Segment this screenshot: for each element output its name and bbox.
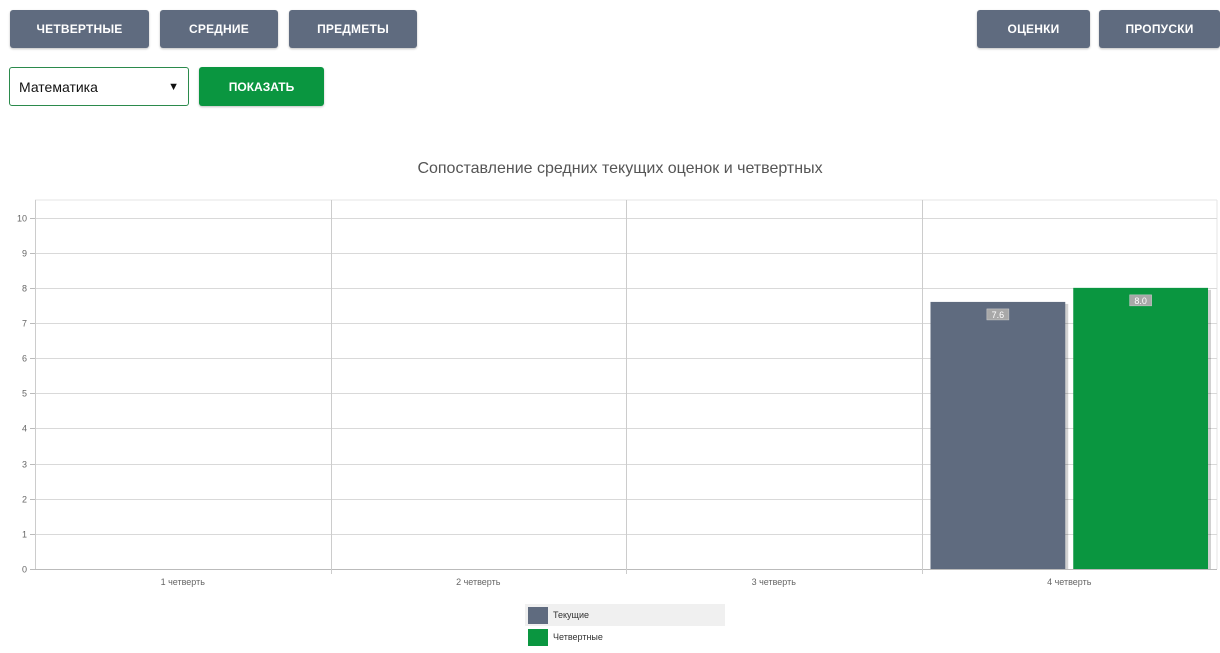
legend-swatch-current	[528, 606, 548, 624]
data-label: 8.0	[1134, 296, 1147, 306]
chart: 0 1 2 3 4 5 6 7 8 9 10 1 четверть 2 четверть 3 четвер…	[17, 199, 1218, 587]
data-label: 7.6	[992, 310, 1005, 320]
x-tick-label: 3 четверть	[752, 577, 797, 587]
y-tick-label: 4	[22, 424, 27, 434]
x-tick-label: 1 четверть	[161, 577, 206, 587]
y-tick-label: 3	[22, 460, 27, 470]
x-tick-label: 2 четверть	[456, 577, 501, 587]
legend-item-current[interactable]: Текущие	[525, 604, 725, 626]
y-tick-label: 0	[22, 565, 27, 575]
bar-current	[930, 301, 1066, 569]
legend-item-quarter[interactable]: Четвертные	[525, 626, 725, 648]
legend-swatch-quarter	[528, 628, 548, 646]
y-tick-label: 8	[22, 284, 27, 294]
legend-label-quarter: Четвертные	[553, 632, 603, 642]
bar-quarter	[1073, 287, 1208, 569]
y-tick-label: 1	[22, 530, 27, 540]
chart-legend: Текущие Четвертные	[525, 604, 725, 648]
y-tick-label: 9	[22, 249, 27, 259]
y-tick-label: 7	[22, 319, 27, 329]
y-tick-label: 5	[22, 389, 27, 399]
y-tick-label: 6	[22, 354, 27, 364]
y-tick-label: 2	[22, 495, 27, 505]
y-tick-label: 10	[17, 214, 27, 224]
x-tick-label: 4 четверть	[1047, 577, 1092, 587]
legend-label-current: Текущие	[553, 610, 589, 620]
